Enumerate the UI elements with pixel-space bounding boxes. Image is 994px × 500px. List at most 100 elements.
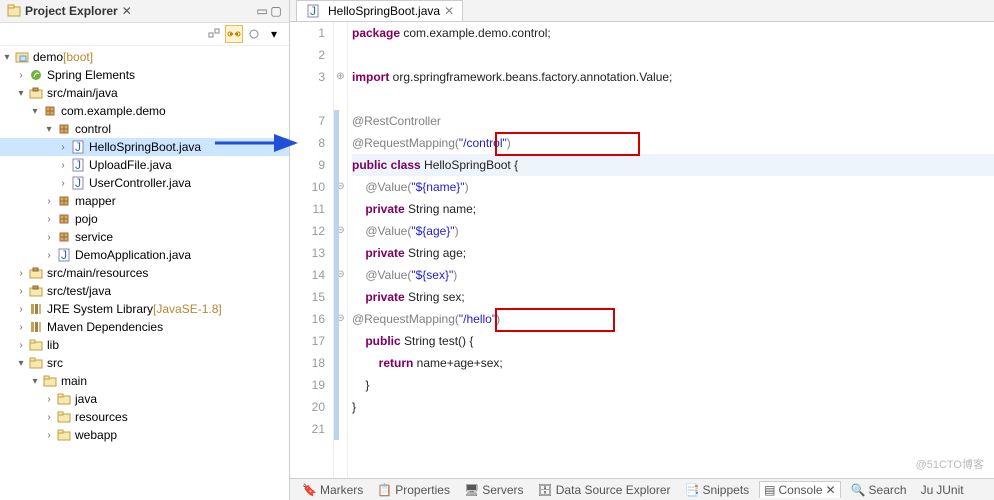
expand-icon[interactable]: ›	[42, 232, 56, 243]
view-close-icon[interactable]: ✕	[122, 4, 132, 18]
code-content[interactable]: package com.example.demo.control;import …	[348, 22, 994, 478]
expand-icon[interactable]: ›	[56, 142, 70, 153]
library-icon	[28, 319, 44, 335]
tab-hellospringboot[interactable]: J HelloSpringBoot.java ✕	[296, 0, 463, 21]
tree-label: Spring Elements	[47, 68, 135, 82]
expand-icon[interactable]: ›	[56, 160, 70, 171]
focus-task-icon[interactable]	[245, 25, 263, 43]
tree-item[interactable]: › pojo	[0, 210, 289, 228]
tree-item[interactable]: ›java	[0, 390, 289, 408]
tab-icon: 🖥	[464, 483, 479, 497]
folder-icon	[28, 355, 44, 371]
tab-label: Snippets	[702, 483, 749, 497]
expand-icon[interactable]: ›	[42, 214, 56, 225]
expand-icon[interactable]: ▾	[14, 88, 28, 99]
srcfolder-icon	[28, 265, 44, 281]
maximize-icon[interactable]: ▢	[269, 4, 283, 18]
project-explorer-view: Project Explorer ✕ ▭ ▢ ▾ ▾demo [boot] › Sp…	[0, 0, 290, 500]
tab-label: Console	[779, 483, 823, 497]
tree-item[interactable]: ›JUserController.java	[0, 174, 289, 192]
tree-item[interactable]: ›JUploadFile.java	[0, 156, 289, 174]
tree-item[interactable]: ›mapper	[0, 192, 289, 210]
editor-tab-bar: J HelloSpringBoot.java ✕	[290, 0, 994, 22]
folder-icon	[56, 391, 72, 407]
expand-icon[interactable]: ›	[42, 412, 56, 423]
link-with-editor-icon[interactable]	[225, 25, 243, 43]
tree-item[interactable]: › Spring Elements	[0, 66, 289, 84]
view-title: Project Explorer	[25, 4, 118, 18]
tree-label: webapp	[75, 428, 117, 442]
close-icon[interactable]: ✕	[826, 483, 836, 497]
tree-item[interactable]: ›JHelloSpringBoot.java	[0, 138, 289, 156]
expand-icon[interactable]: ›	[14, 286, 28, 297]
bottom-tab-properties[interactable]: 📋Properties	[373, 481, 454, 498]
tree-item[interactable]: › resources	[0, 408, 289, 426]
tree-item[interactable]: ▾com.example.demo	[0, 102, 289, 120]
tree-item[interactable]: ›JDemoApplication.java	[0, 246, 289, 264]
tree-item[interactable]: ▾demo [boot]	[0, 48, 289, 66]
expand-icon[interactable]: ▾	[28, 106, 42, 117]
expand-icon[interactable]: ›	[42, 196, 56, 207]
tree-item[interactable]: ▾ control	[0, 120, 289, 138]
bottom-tab-search[interactable]: 🔍Search	[847, 481, 911, 498]
bottom-tab-console[interactable]: ▤Console ✕	[759, 481, 840, 498]
tree-suffix: [boot]	[63, 50, 93, 64]
folder-icon	[56, 427, 72, 443]
project-icon	[14, 49, 30, 65]
tree-item[interactable]: ▾ src	[0, 354, 289, 372]
expand-icon[interactable]: ▾	[14, 358, 28, 369]
folder-icon	[28, 337, 44, 353]
tab-label: JUnit	[936, 483, 963, 497]
javafile-icon: J	[56, 247, 72, 263]
tree-item[interactable]: ›JRE System Library [JavaSE-1.8]	[0, 300, 289, 318]
expand-icon[interactable]: ›	[14, 304, 28, 315]
tab-label: Properties	[395, 483, 450, 497]
tree-item[interactable]: ›src/main/resources	[0, 264, 289, 282]
code-editor[interactable]: 123789101112131415161718192021 ⊕⊖⊖⊖⊖ pac…	[290, 22, 994, 478]
tab-label: HelloSpringBoot.java	[328, 4, 440, 18]
expand-icon[interactable]: ›	[42, 394, 56, 405]
folder-icon	[42, 373, 58, 389]
bottom-tab-junit[interactable]: JuJUnit	[917, 481, 968, 498]
svg-text:J: J	[310, 4, 316, 18]
bottom-tab-servers[interactable]: 🖥Servers	[460, 481, 528, 498]
bottom-tab-snippets[interactable]: 📑Snippets	[681, 481, 754, 498]
expand-icon[interactable]: ▾	[42, 124, 56, 135]
project-tree[interactable]: ▾demo [boot] › Spring Elements ▾src/main/ja…	[0, 46, 289, 446]
expand-icon[interactable]: ›	[56, 178, 70, 189]
view-menu-icon[interactable]: ▾	[265, 25, 283, 43]
expand-icon[interactable]: ›	[42, 430, 56, 441]
tree-item[interactable]: › service	[0, 228, 289, 246]
expand-icon[interactable]: ▾	[0, 52, 14, 63]
expand-icon[interactable]: ›	[14, 322, 28, 333]
bottom-tab-data-source-explorer[interactable]: 🗄Data Source Explorer	[534, 481, 675, 498]
tree-label: control	[75, 122, 111, 136]
tree-item[interactable]: › webapp	[0, 426, 289, 444]
tree-item[interactable]: ›Maven Dependencies	[0, 318, 289, 336]
collapse-all-icon[interactable]	[205, 25, 223, 43]
bottom-tab-bar: 🔖Markers 📋Properties 🖥Servers 🗄Data Source …	[290, 478, 994, 500]
line-number-gutter: 123789101112131415161718192021	[290, 22, 334, 478]
tree-item[interactable]: › src/test/java	[0, 282, 289, 300]
tree-item[interactable]: › lib	[0, 336, 289, 354]
expand-icon[interactable]: ›	[14, 340, 28, 351]
fold-bar[interactable]: ⊕⊖⊖⊖⊖	[334, 22, 348, 478]
tree-item[interactable]: ▾src/main/java	[0, 84, 289, 102]
tree-label: pojo	[75, 212, 98, 226]
minimize-icon[interactable]: ▭	[255, 4, 269, 18]
tree-label: resources	[75, 410, 128, 424]
tree-item[interactable]: ▾main	[0, 372, 289, 390]
tab-icon: 📋	[377, 483, 392, 497]
tree-label: UploadFile.java	[89, 158, 172, 172]
expand-icon[interactable]: ▾	[28, 376, 42, 387]
tree-label: lib	[47, 338, 59, 352]
bottom-tab-markers[interactable]: 🔖Markers	[298, 481, 367, 498]
tab-close-icon[interactable]: ✕	[444, 4, 454, 18]
tree-label: service	[75, 230, 113, 244]
expand-icon[interactable]: ›	[42, 250, 56, 261]
tree-label: src/test/java	[47, 284, 111, 298]
tree-label: src	[47, 356, 63, 370]
tab-label: Markers	[320, 483, 363, 497]
expand-icon[interactable]: ›	[14, 70, 28, 81]
expand-icon[interactable]: ›	[14, 268, 28, 279]
